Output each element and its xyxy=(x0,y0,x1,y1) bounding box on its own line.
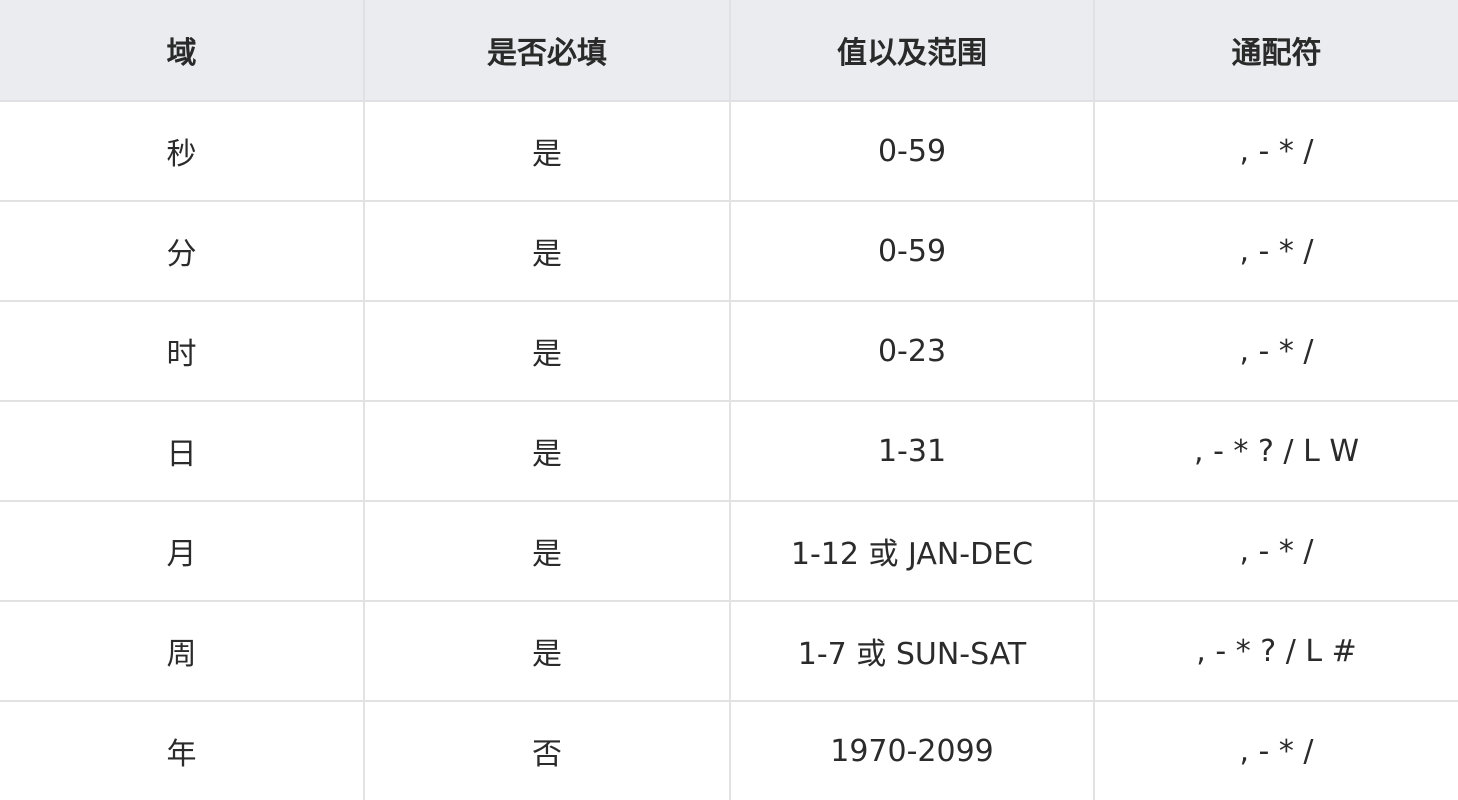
cell-field: 年 xyxy=(0,700,365,800)
header-required: 是否必填 xyxy=(363,0,731,102)
cell-range: 1-7 或 SUN-SAT xyxy=(729,600,1095,702)
cron-fields-table: 域 是否必填 值以及范围 通配符 秒 是 0-59 , - * / 分 是 0-… xyxy=(0,0,1458,800)
cell-required: 是 xyxy=(363,100,731,202)
table-row: 时 是 0-23 , - * / xyxy=(0,300,1458,402)
cell-range: 1-31 xyxy=(729,400,1095,502)
cell-wildcards: , - * / xyxy=(1093,700,1458,800)
table-header: 域 是否必填 值以及范围 通配符 xyxy=(0,0,1458,102)
header-wildcards: 通配符 xyxy=(1093,0,1458,102)
cell-required: 是 xyxy=(363,500,731,602)
cell-range: 0-23 xyxy=(729,300,1095,402)
cell-field: 时 xyxy=(0,300,365,402)
cell-wildcards: , - * / xyxy=(1093,500,1458,602)
cell-required: 是 xyxy=(363,600,731,702)
cell-wildcards: , - * / xyxy=(1093,300,1458,402)
table-row: 分 是 0-59 , - * / xyxy=(0,200,1458,302)
cell-wildcards: , - * / xyxy=(1093,200,1458,302)
table-row: 月 是 1-12 或 JAN-DEC , - * / xyxy=(0,500,1458,602)
table-row: 周 是 1-7 或 SUN-SAT , - * ? / L # xyxy=(0,600,1458,702)
cell-wildcards: , - * / xyxy=(1093,100,1458,202)
cell-range: 0-59 xyxy=(729,100,1095,202)
cell-field: 月 xyxy=(0,500,365,602)
cell-range: 1970-2099 xyxy=(729,700,1095,800)
table-body: 秒 是 0-59 , - * / 分 是 0-59 , - * / 时 是 0-… xyxy=(0,100,1458,800)
cell-range: 0-59 xyxy=(729,200,1095,302)
table-row: 日 是 1-31 , - * ? / L W xyxy=(0,400,1458,502)
cell-field: 秒 xyxy=(0,100,365,202)
header-row: 域 是否必填 值以及范围 通配符 xyxy=(0,0,1458,102)
header-field: 域 xyxy=(0,0,365,102)
cell-field: 周 xyxy=(0,600,365,702)
table-row: 年 否 1970-2099 , - * / xyxy=(0,700,1458,800)
cell-range: 1-12 或 JAN-DEC xyxy=(729,500,1095,602)
cell-wildcards: , - * ? / L # xyxy=(1093,600,1458,702)
header-range: 值以及范围 xyxy=(729,0,1095,102)
cell-field: 分 xyxy=(0,200,365,302)
cell-required: 否 xyxy=(363,700,731,800)
cell-required: 是 xyxy=(363,300,731,402)
table-row: 秒 是 0-59 , - * / xyxy=(0,100,1458,202)
cell-field: 日 xyxy=(0,400,365,502)
cell-wildcards: , - * ? / L W xyxy=(1093,400,1458,502)
cell-required: 是 xyxy=(363,400,731,502)
cell-required: 是 xyxy=(363,200,731,302)
